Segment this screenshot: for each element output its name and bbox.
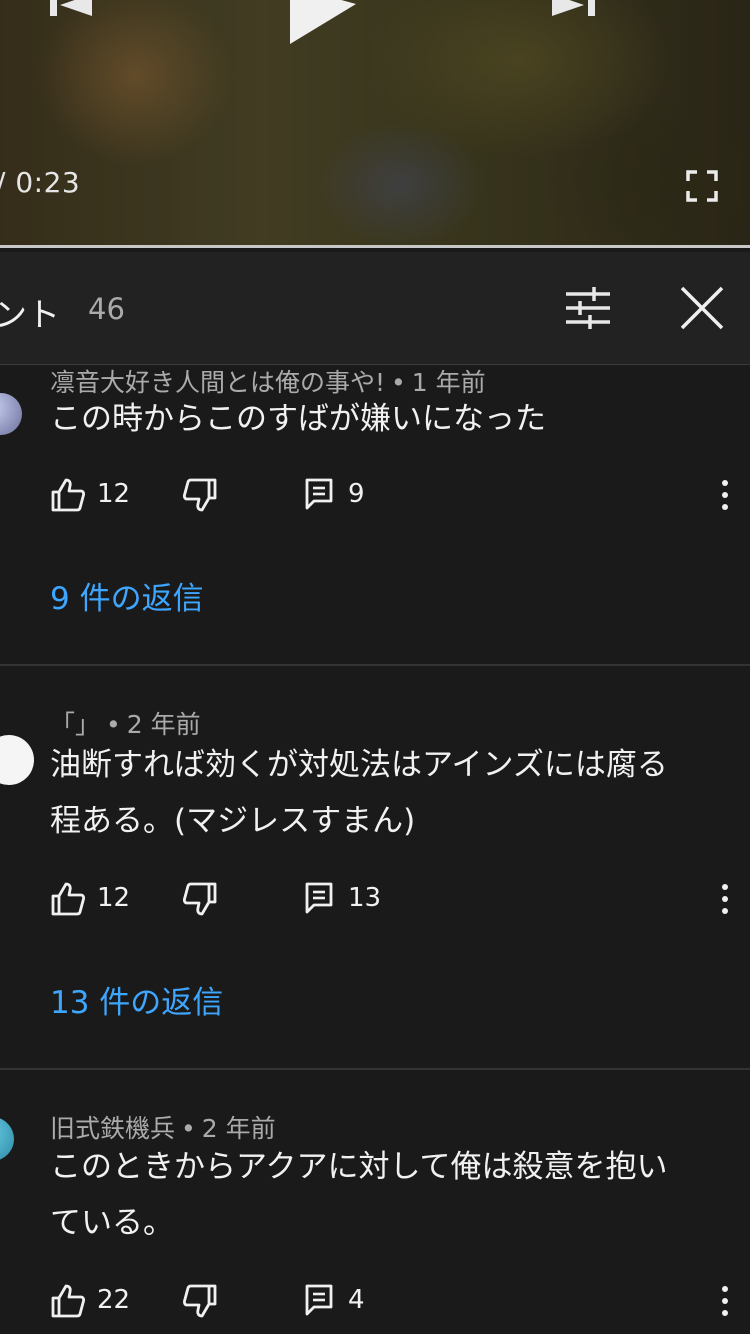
- view-replies-link[interactable]: 9 件の返信: [50, 573, 204, 618]
- comment-divider: [0, 664, 750, 666]
- fullscreen-icon[interactable]: [686, 170, 718, 202]
- avatar[interactable]: [0, 1117, 14, 1161]
- like-count: 12: [97, 479, 131, 509]
- more-options-icon[interactable]: [714, 881, 736, 917]
- previous-icon[interactable]: [48, 0, 94, 24]
- like-icon[interactable]: [50, 881, 86, 917]
- comment-divider: [0, 1068, 750, 1070]
- comment-meta: 「」 • 2 年前: [50, 710, 201, 739]
- comment-actions: 12 9: [0, 477, 750, 517]
- dislike-icon[interactable]: [182, 477, 218, 513]
- reply-count: 13: [348, 883, 382, 913]
- reply-icon[interactable]: [304, 477, 334, 511]
- video-player[interactable]: / 0:23: [0, 0, 750, 248]
- reply-count: 9: [348, 479, 365, 509]
- dislike-icon[interactable]: [182, 881, 218, 917]
- comment-author[interactable]: 「」: [50, 710, 100, 739]
- like-icon[interactable]: [50, 1283, 86, 1319]
- sort-filter-icon[interactable]: [564, 286, 612, 330]
- more-options-icon[interactable]: [714, 1283, 736, 1319]
- comment-text: このときからアクアに対して俺は殺意を抱い ている。: [50, 1149, 668, 1241]
- close-icon[interactable]: [680, 286, 724, 330]
- dislike-icon[interactable]: [182, 1283, 218, 1319]
- comment-actions: 22 4: [0, 1283, 750, 1323]
- reply-count: 4: [348, 1285, 365, 1315]
- view-replies-link[interactable]: 13 件の返信: [50, 977, 223, 1022]
- comment-text: この時からこのすばが嫌いになった: [50, 401, 546, 437]
- reply-icon[interactable]: [304, 1283, 334, 1317]
- comment-actions: 12 13: [0, 881, 750, 921]
- comment-age: 2 年前: [126, 710, 201, 739]
- comments-header: ント 46: [0, 252, 750, 365]
- more-options-icon[interactable]: [714, 477, 736, 513]
- like-count: 12: [97, 883, 131, 913]
- like-icon[interactable]: [50, 477, 86, 513]
- avatar[interactable]: [0, 735, 34, 785]
- video-time-label: / 0:23: [0, 166, 81, 199]
- comments-count: 46: [88, 292, 125, 326]
- comment-text: 油断すれば効くが対処法はアインズには腐る 程ある。(マジレスすまん): [50, 747, 668, 839]
- next-icon[interactable]: [552, 0, 598, 24]
- reply-icon[interactable]: [304, 881, 334, 915]
- play-icon[interactable]: [288, 0, 358, 46]
- like-count: 22: [97, 1285, 131, 1315]
- avatar[interactable]: [0, 393, 22, 435]
- comments-title: ント: [0, 295, 60, 334]
- video-progress-bar[interactable]: [0, 245, 750, 248]
